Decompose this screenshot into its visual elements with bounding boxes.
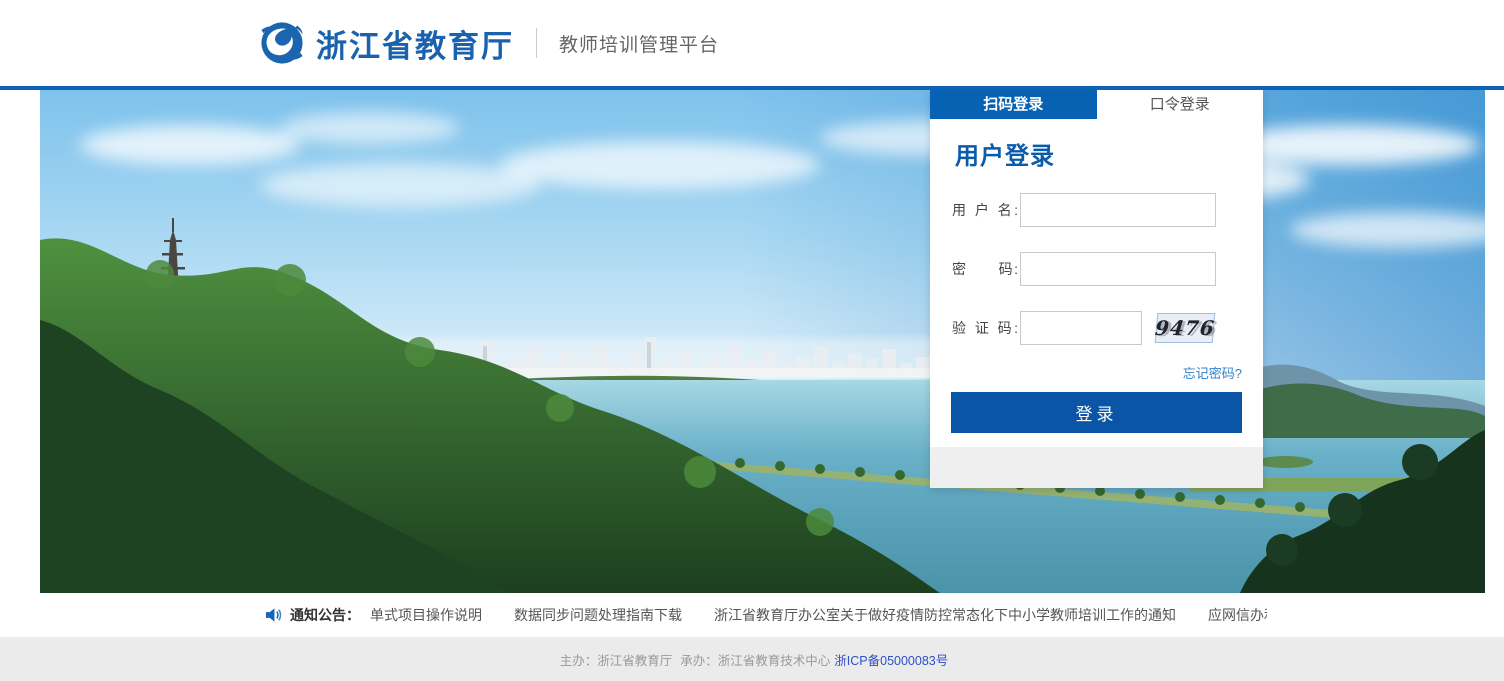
brand-title: 浙江省教育厅 bbox=[316, 21, 514, 66]
notice-link-4[interactable]: 应网信办和公安厅的要求，需要升级 bbox=[1208, 605, 1267, 625]
password-input[interactable] bbox=[1020, 252, 1216, 286]
login-title: 用户登录 bbox=[955, 136, 1263, 171]
footer: 主办：浙江省教育厅 承办：浙江省教育技术中心 浙ICP备05000083号 bbox=[0, 637, 1504, 681]
notice-content: 通知公告： 单式项目操作说明 数据同步问题处理指南下载 浙江省教育厅办公室关于做… bbox=[265, 605, 1267, 625]
forgot-password-row: 忘记密码? bbox=[952, 363, 1242, 383]
username-label: 用 户 名: bbox=[952, 200, 1020, 220]
notice-link-1[interactable]: 单式项目操作说明 bbox=[370, 605, 482, 625]
tab-scan-login[interactable]: 扫码登录 bbox=[930, 90, 1097, 119]
login-button[interactable]: 登录 bbox=[951, 392, 1242, 433]
password-row: 密 码: bbox=[952, 252, 1263, 286]
captcha-row: 验 证 码: 9476 bbox=[952, 311, 1263, 345]
tab-password-login[interactable]: 口令登录 bbox=[1097, 90, 1264, 119]
platform-subtitle: 教师培训管理平台 bbox=[559, 30, 719, 57]
notice-title: 通知公告： bbox=[290, 605, 360, 625]
login-tabs: 扫码登录 口令登录 bbox=[930, 90, 1263, 119]
username-row: 用 户 名: bbox=[952, 193, 1263, 227]
icp-record-link[interactable]: 浙ICP备05000083号 bbox=[834, 650, 948, 669]
login-form: 用户登录 用 户 名: 密 码: 验 证 码: 9476 忘记密码? bbox=[930, 119, 1263, 392]
notice-bar: 通知公告： 单式项目操作说明 数据同步问题处理指南下载 浙江省教育厅办公室关于做… bbox=[0, 593, 1504, 637]
forgot-password-link[interactable]: 忘记密码? bbox=[1183, 366, 1242, 381]
footer-organizer: 承办：浙江省教育技术中心 bbox=[680, 650, 830, 669]
login-page: 浙江省教育厅 教师培训管理平台 bbox=[0, 0, 1504, 681]
username-input[interactable] bbox=[1020, 193, 1216, 227]
speaker-icon bbox=[265, 607, 282, 623]
header: 浙江省教育厅 教师培训管理平台 bbox=[0, 0, 1504, 86]
panel-bottom-strip bbox=[930, 447, 1263, 488]
zhejiang-education-logo-icon bbox=[256, 17, 308, 69]
header-divider bbox=[536, 28, 537, 58]
password-label: 密 码: bbox=[952, 259, 1020, 279]
hero-banner: 扫码登录 口令登录 用户登录 用 户 名: 密 码: 验 证 码: 9476 bbox=[40, 90, 1485, 593]
captcha-image[interactable]: 9476 bbox=[1155, 313, 1216, 343]
captcha-label: 验 证 码: bbox=[952, 318, 1020, 338]
notice-link-2[interactable]: 数据同步问题处理指南下载 bbox=[514, 605, 682, 625]
captcha-input[interactable] bbox=[1020, 311, 1142, 345]
login-panel: 扫码登录 口令登录 用户登录 用 户 名: 密 码: 验 证 码: 9476 bbox=[930, 90, 1263, 488]
notice-link-3[interactable]: 浙江省教育厅办公室关于做好疫情防控常态化下中小学教师培训工作的通知 bbox=[714, 605, 1176, 625]
west-lake-photo bbox=[40, 90, 1485, 593]
footer-host: 主办：浙江省教育厅 bbox=[560, 650, 673, 669]
